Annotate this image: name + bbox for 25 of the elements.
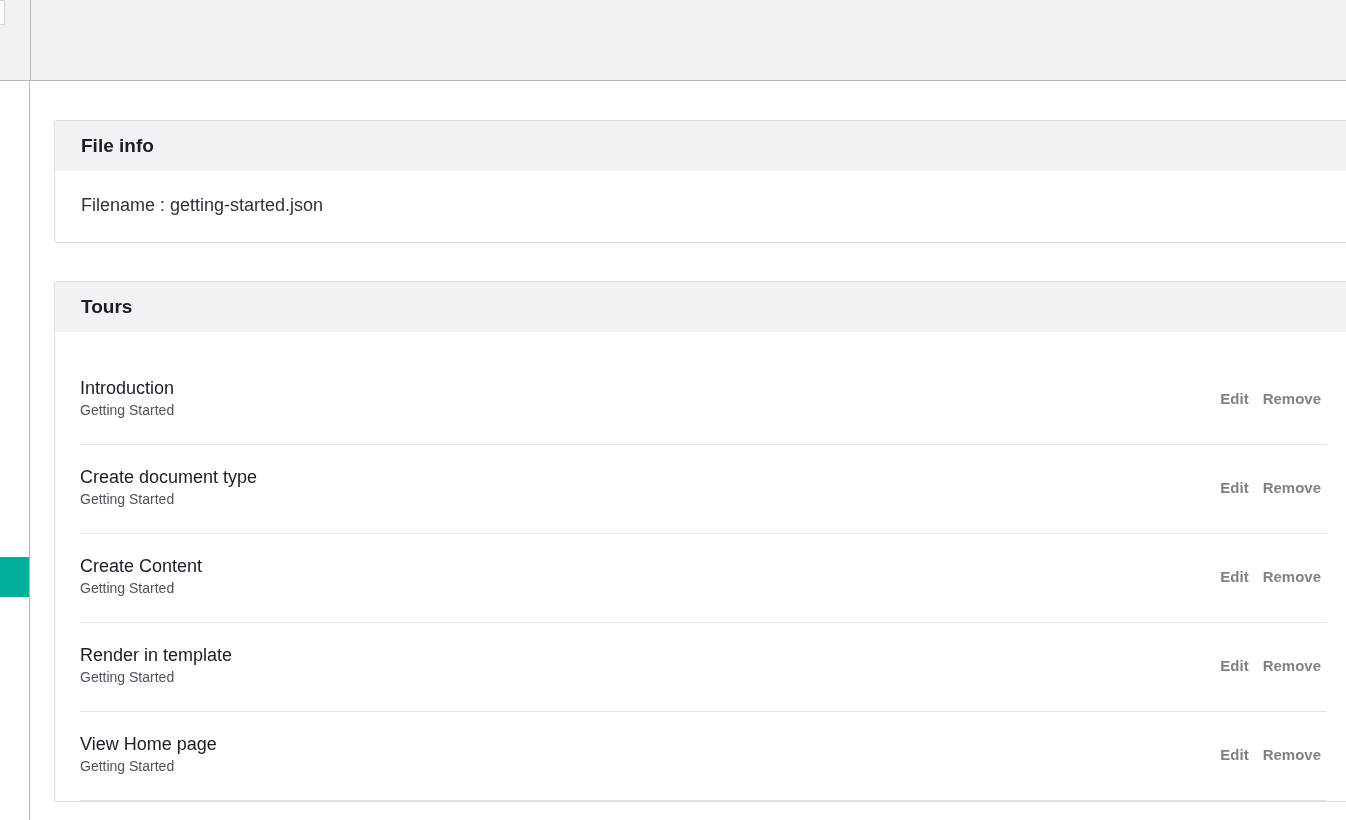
filename-text: Filename : getting-started.json xyxy=(81,195,324,215)
remove-link[interactable]: Remove xyxy=(1262,389,1321,407)
sidebar-highlight xyxy=(0,557,29,597)
panel-title: File info xyxy=(81,135,154,157)
tour-name: Create document type xyxy=(80,467,259,488)
tour-name: View Home page xyxy=(80,734,218,755)
edit-link[interactable]: Edit xyxy=(1220,745,1249,763)
panel-title: Tours xyxy=(81,296,133,318)
tour-group: Getting Started xyxy=(80,402,1207,418)
remove-link[interactable]: Remove xyxy=(1262,745,1321,763)
tour-name: Introduction xyxy=(80,378,176,399)
cut-off-field xyxy=(0,0,5,25)
tour-group: Getting Started xyxy=(80,669,1207,685)
remove-link[interactable]: Remove xyxy=(1262,656,1321,674)
tour-group: Getting Started xyxy=(80,491,1207,507)
edit-link[interactable]: Edit xyxy=(1220,478,1249,496)
tour-name: Render in template xyxy=(80,645,234,666)
edit-link[interactable]: Edit xyxy=(1220,567,1249,585)
remove-link[interactable]: Remove xyxy=(1262,478,1321,496)
edit-link[interactable]: Edit xyxy=(1220,656,1249,674)
edit-link[interactable]: Edit xyxy=(1220,389,1249,407)
remove-link[interactable]: Remove xyxy=(1262,567,1321,585)
tour-group: Getting Started xyxy=(80,580,1207,596)
tour-name: Create Content xyxy=(80,556,204,577)
tour-group: Getting Started xyxy=(80,758,1207,774)
